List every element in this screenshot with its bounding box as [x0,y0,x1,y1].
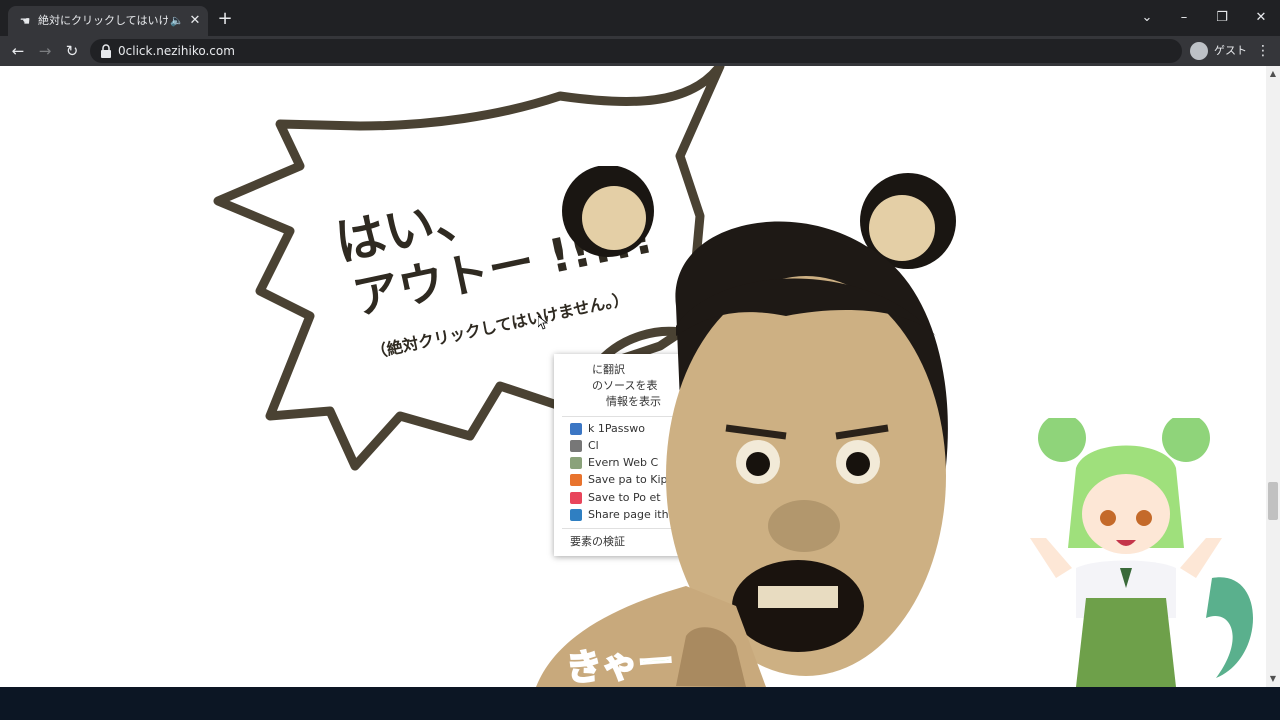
minimize-icon[interactable]: – [1173,8,1195,28]
speaker-icon[interactable]: 🔈 [170,13,184,29]
url-text: 0click.nezihiko.com [118,44,235,58]
lock-icon [101,44,111,58]
scroll-thumb[interactable] [1268,482,1278,520]
hand-cursor-icon: ☚ [19,14,31,28]
back-arrow-icon[interactable]: ← [8,41,28,61]
tab-close-icon[interactable]: ✕ [188,13,202,29]
caption-text: きゃー [564,640,677,687]
scroll-up-arrow-icon[interactable]: ▲ [1266,68,1280,80]
window-close-icon[interactable]: ✕ [1250,8,1272,28]
page-viewport: はい、 アウトー !!!!! （絶対クリックしてはいけません。） に翻訳 のソー… [0,66,1280,687]
screaming-face-photo [536,166,956,687]
kebab-menu-icon[interactable]: ⋮ [1256,41,1270,61]
forward-arrow-icon[interactable]: → [35,41,55,61]
address-bar[interactable]: 0click.nezihiko.com [90,39,1182,63]
profile-label: ゲスト [1214,44,1247,57]
tab-title: 絶対にクリックしてはいけないサイ [38,14,168,27]
toolbar: ← → ↻ 0click.nezihiko.com ゲスト ⋮ [0,36,1280,66]
desktop-background-strip [0,687,1280,720]
scroll-down-arrow-icon[interactable]: ▼ [1266,673,1280,685]
new-tab-plus-icon[interactable]: + [216,10,234,28]
avatar-icon [1190,42,1208,60]
reload-icon[interactable]: ↻ [62,41,82,61]
profile-button[interactable]: ゲスト [1190,40,1250,62]
restore-icon[interactable]: ❐ [1211,8,1233,28]
chevron-down-icon[interactable]: ⌄ [1136,8,1158,28]
active-tab[interactable]: ☚ 絶対にクリックしてはいけないサイ 🔈 ✕ [8,6,208,36]
mouse-cursor-icon [538,316,548,330]
anime-girl-illustration [1030,418,1254,687]
vertical-scrollbar[interactable]: ▲ ▼ [1266,66,1280,687]
tab-strip: ☚ 絶対にクリックしてはいけないサイ 🔈 ✕ + ⌄ – ❐ ✕ [0,0,1280,36]
browser-chrome: ☚ 絶対にクリックしてはいけないサイ 🔈 ✕ + ⌄ – ❐ ✕ ← → ↻ 0… [0,0,1280,66]
